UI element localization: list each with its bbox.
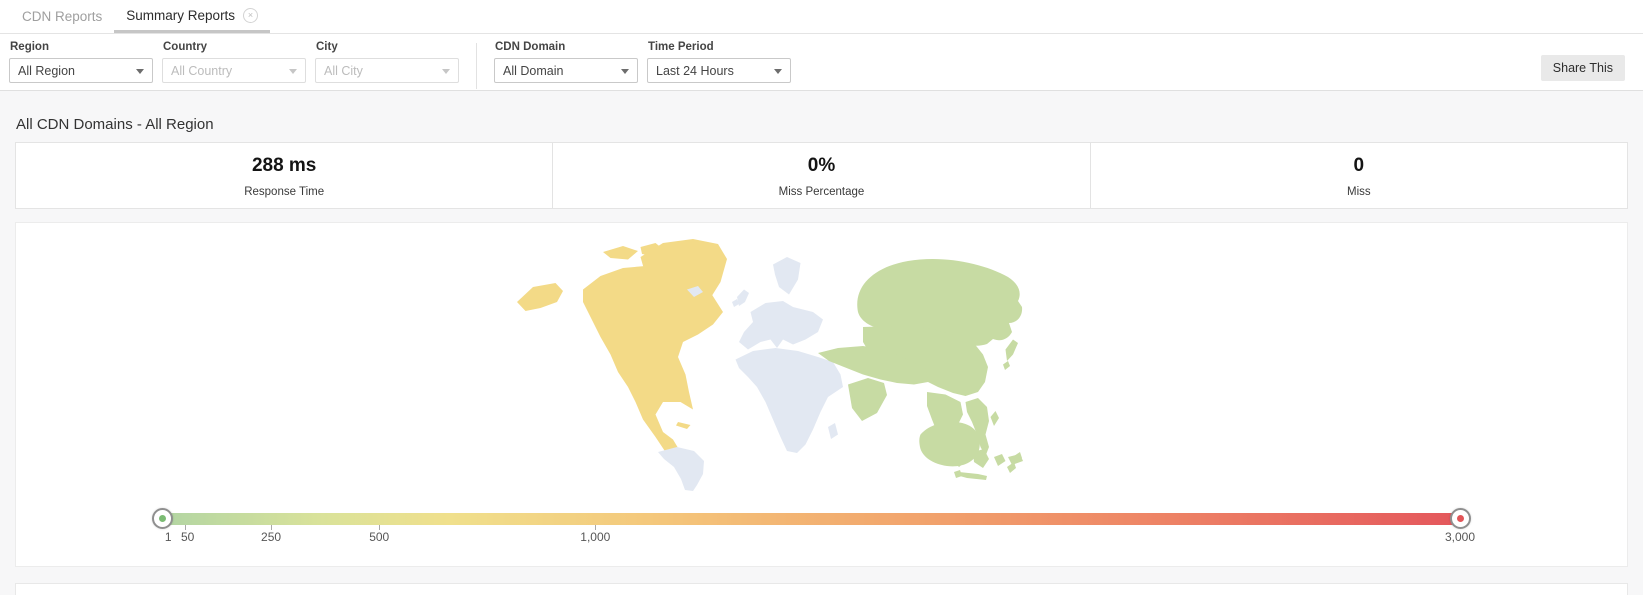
tab-summary-reports-label: Summary Reports	[126, 8, 235, 23]
map-region-scandinavia[interactable]	[773, 257, 801, 295]
miss-percentage-value: 0%	[808, 155, 835, 177]
country-filter: Country All Country	[162, 41, 306, 83]
map-region-africa[interactable]	[736, 348, 844, 453]
close-tab-icon[interactable]: ×	[243, 8, 258, 23]
map-legend-slider-track[interactable]: 1 50 250 500 1,000 3,000	[163, 513, 1460, 525]
slider-handle-max-dot	[1457, 515, 1464, 522]
chevron-down-icon	[774, 69, 782, 74]
map-region-australia[interactable]	[919, 422, 980, 466]
map-region-south-america[interactable]	[658, 447, 704, 491]
map-region-arabian-peninsula[interactable]	[848, 378, 887, 421]
city-filter: City All City	[315, 41, 459, 83]
slider-label-3000: 3,000	[1445, 530, 1475, 544]
chevron-down-icon	[621, 69, 629, 74]
slider-handle-max[interactable]	[1450, 508, 1471, 529]
chevron-down-icon	[442, 69, 450, 74]
report-content: All CDN Domains - All Region 288 ms Resp…	[0, 116, 1643, 595]
response-time-label: Response Time	[244, 186, 324, 198]
country-filter-label: Country	[163, 41, 306, 53]
map-region-madagascar[interactable]	[828, 423, 838, 439]
tab-bar: CDN Reports Summary Reports ×	[0, 0, 1643, 34]
tab-summary-reports[interactable]: Summary Reports ×	[114, 0, 270, 33]
cdn-domain-filter-select[interactable]: All Domain	[494, 58, 638, 83]
country-filter-value: All Country	[171, 64, 232, 78]
time-period-filter-label: Time Period	[648, 41, 791, 53]
response-time-value: 288 ms	[252, 155, 316, 177]
map-region-tasmania[interactable]	[954, 470, 962, 478]
city-filter-select[interactable]: All City	[315, 58, 459, 83]
stat-miss: 0 Miss	[1090, 143, 1627, 208]
country-filter-select[interactable]: All Country	[162, 58, 306, 83]
page-title: All CDN Domains - All Region	[16, 116, 1628, 133]
cdn-domain-filter-value: All Domain	[503, 64, 563, 78]
map-region-japan[interactable]	[1003, 340, 1018, 371]
tab-cdn-reports[interactable]: CDN Reports	[10, 0, 114, 33]
region-filter-select[interactable]: All Region	[9, 58, 153, 83]
city-filter-value: All City	[324, 64, 363, 78]
cdn-summary-report-page: CDN Reports Summary Reports × Region All…	[0, 0, 1643, 595]
next-section-card-edge	[15, 583, 1628, 595]
time-period-filter: Time Period Last 24 Hours	[647, 41, 791, 83]
world-map-card: 1 50 250 500 1,000 3,000	[15, 222, 1628, 567]
region-filter: Region All Region	[9, 41, 153, 83]
share-this-button[interactable]: Share This	[1541, 55, 1625, 81]
chevron-down-icon	[136, 69, 144, 74]
slider-handle-min[interactable]	[152, 508, 173, 529]
map-region-cuba[interactable]	[676, 422, 691, 429]
miss-percentage-label: Miss Percentage	[779, 186, 865, 198]
map-region-alaska[interactable]	[517, 283, 563, 311]
filter-divider	[476, 43, 477, 89]
miss-value: 0	[1354, 155, 1365, 177]
summary-stats-card: 288 ms Response Time 0% Miss Percentage …	[15, 142, 1628, 209]
city-filter-label: City	[316, 41, 459, 53]
tab-cdn-reports-label: CDN Reports	[22, 9, 102, 24]
time-period-filter-select[interactable]: Last 24 Hours	[647, 58, 791, 83]
choropleth-world-map[interactable]	[513, 237, 1025, 493]
region-filter-value: All Region	[18, 64, 75, 78]
stat-response-time: 288 ms Response Time	[16, 143, 552, 208]
slider-label-50: 50	[181, 530, 194, 544]
map-region-europe-mainland[interactable]	[739, 301, 823, 350]
slider-label-1: 1	[165, 530, 172, 544]
slider-handle-min-dot	[159, 515, 166, 522]
region-filter-label: Region	[10, 41, 153, 53]
miss-label: Miss	[1347, 186, 1371, 198]
filter-bar: Region All Region Country All Country Ci…	[0, 34, 1643, 91]
time-period-filter-value: Last 24 Hours	[656, 64, 734, 78]
slider-label-1000: 1,000	[580, 530, 610, 544]
map-region-philippines[interactable]	[991, 411, 1000, 426]
slider-label-500: 500	[369, 530, 389, 544]
cdn-domain-filter: CDN Domain All Domain	[494, 41, 638, 83]
slider-label-250: 250	[261, 530, 281, 544]
cdn-domain-filter-label: CDN Domain	[495, 41, 638, 53]
map-region-british-isles[interactable]	[732, 290, 749, 308]
stat-miss-percentage: 0% Miss Percentage	[552, 143, 1089, 208]
chevron-down-icon	[289, 69, 297, 74]
